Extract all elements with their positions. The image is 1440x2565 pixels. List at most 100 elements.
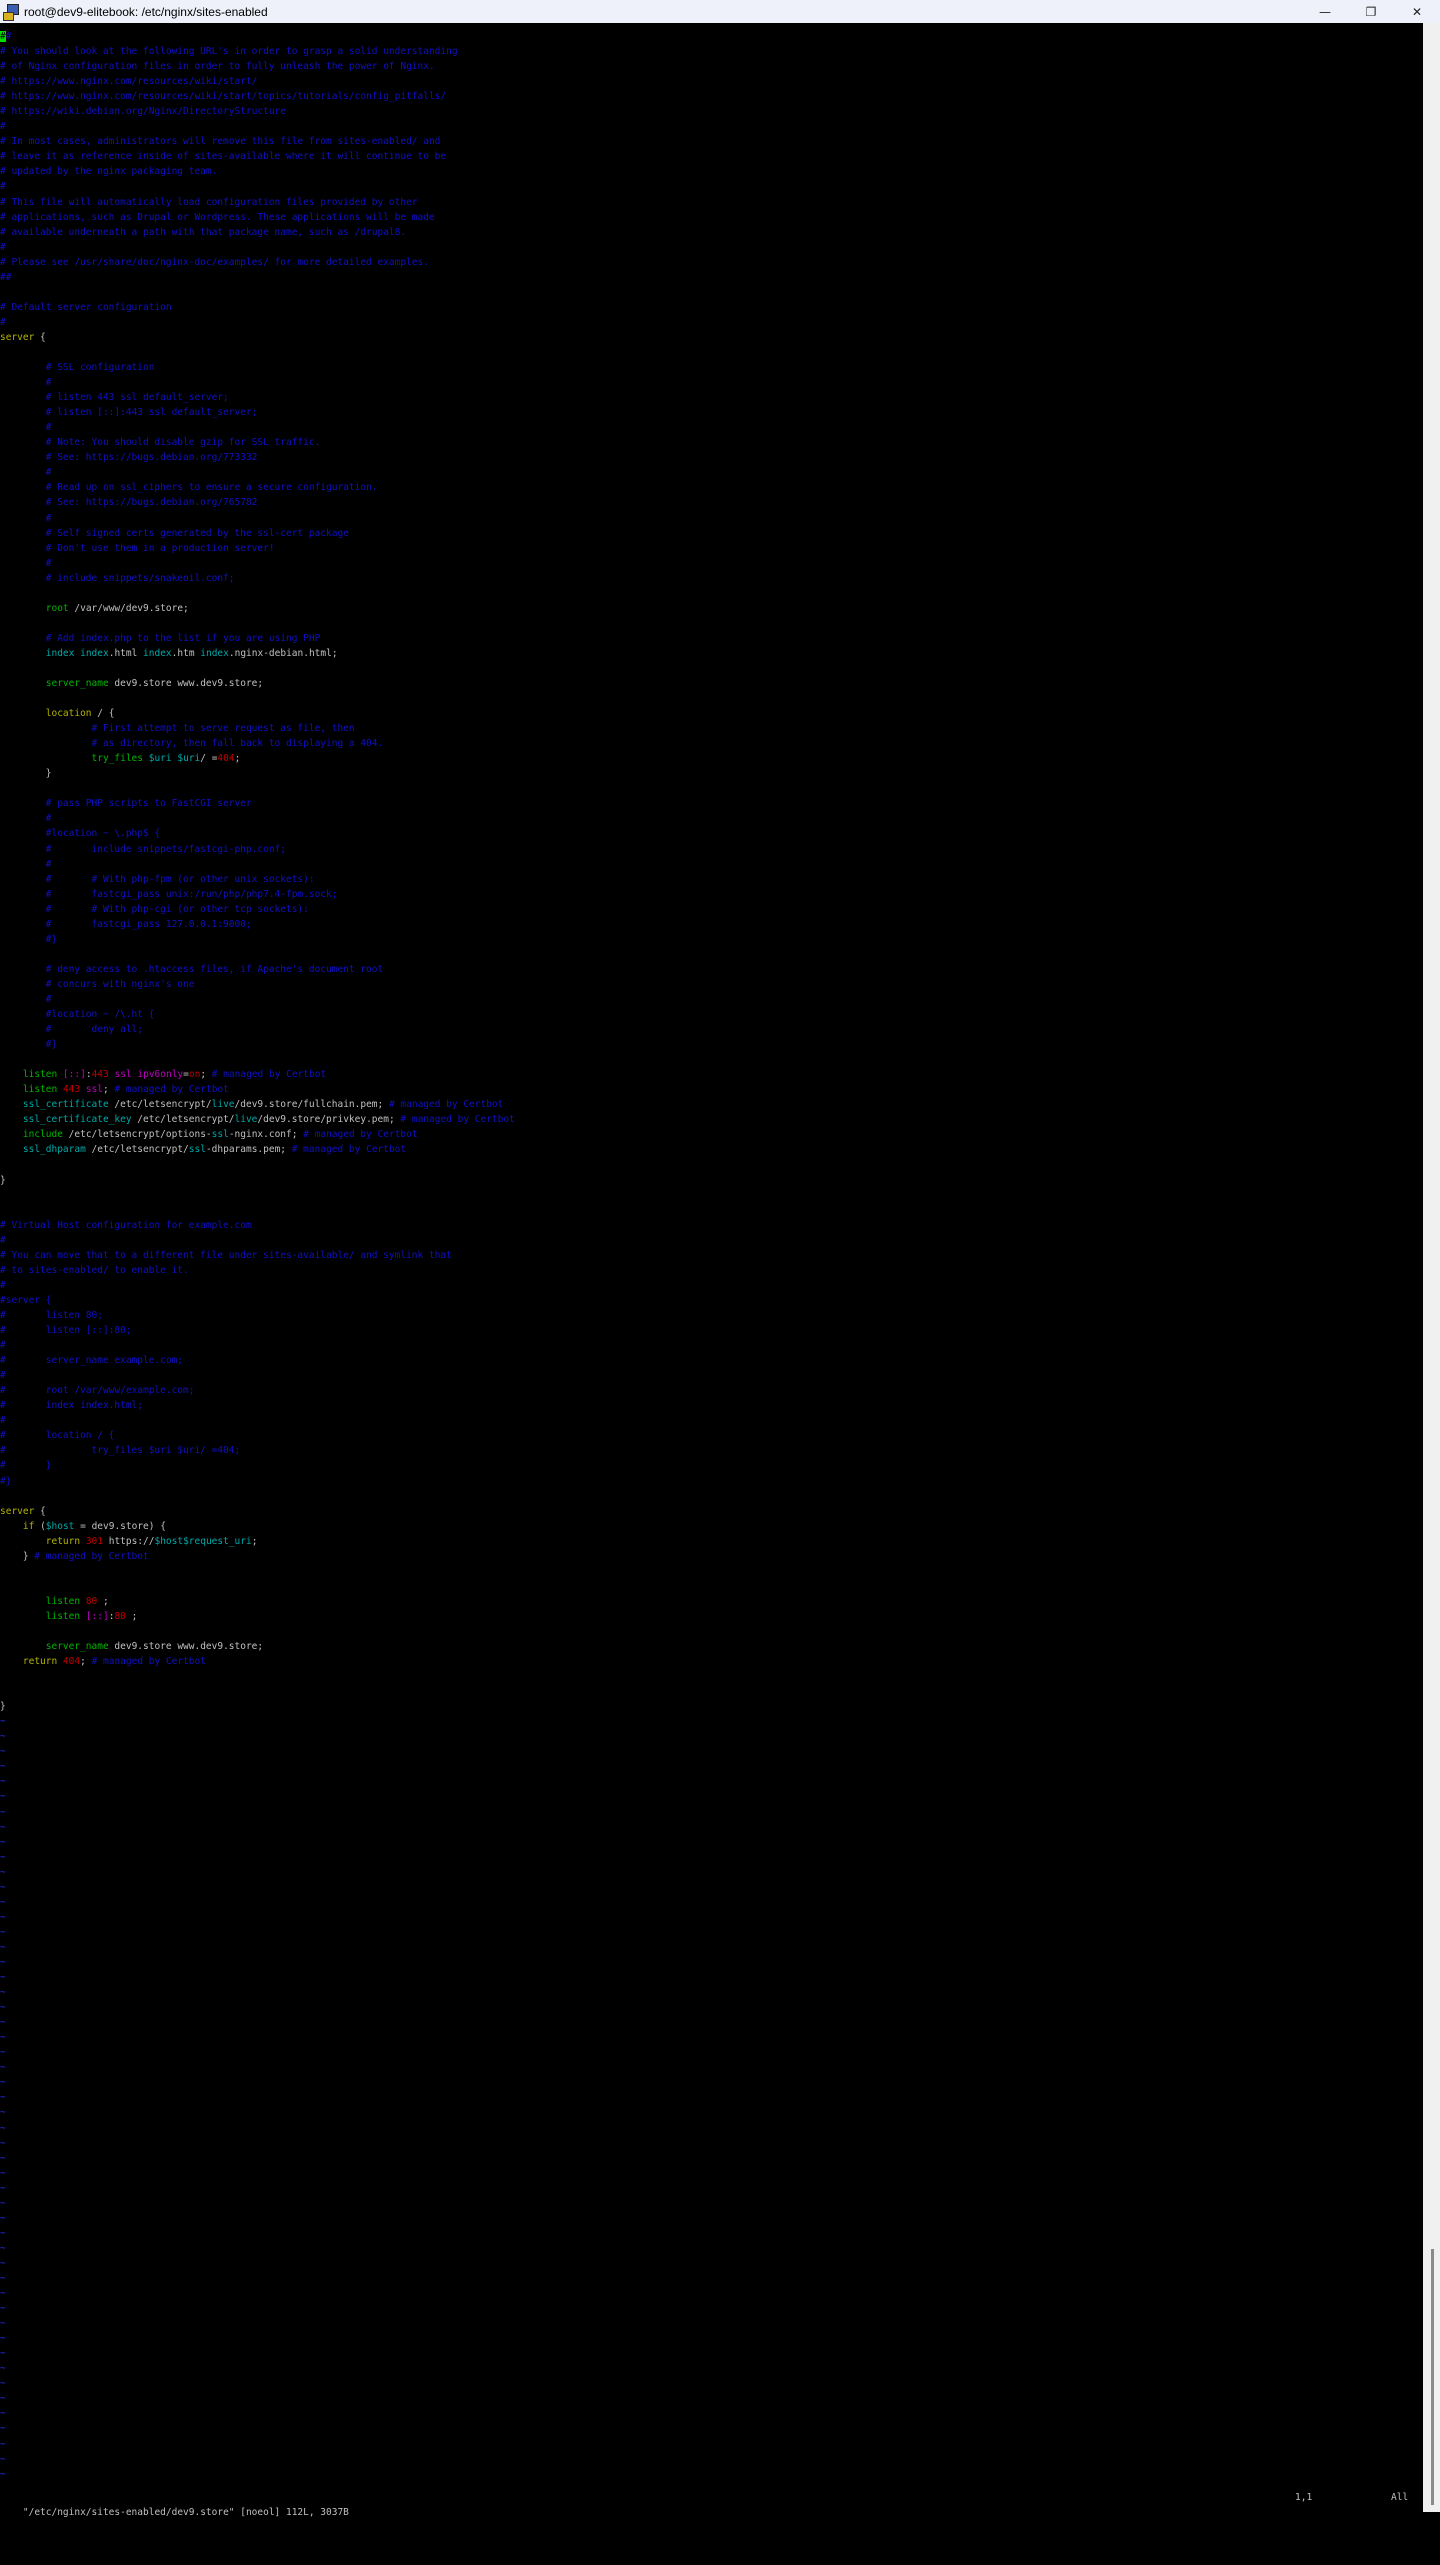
code-token: #	[0, 1279, 6, 1291]
code-line: } # managed by Certbot	[0, 1549, 515, 1564]
code-token: }	[0, 768, 52, 780]
scroll-indicator: All	[1391, 2492, 1409, 2503]
code-token: #}	[0, 933, 58, 945]
code-line: # }	[0, 1458, 515, 1473]
code-line: # Self signed certs generated by the ssl…	[0, 526, 515, 541]
code-line: # available underneath a path with that …	[0, 225, 515, 240]
code-line: try_files $uri $uri/ =404;	[0, 751, 515, 766]
code-token: }	[0, 1550, 35, 1562]
code-token: #	[0, 422, 52, 434]
code-token: {	[34, 1505, 46, 1517]
code-token: ssl_dhparam	[22, 1144, 86, 1156]
code-token: # managed by Certbot	[400, 1114, 515, 1126]
code-token: # managed by Certbot	[388, 1099, 504, 1111]
code-token: #location ~ \.php$ {	[0, 828, 161, 840]
code-line: #	[0, 240, 515, 255]
terminal-area[interactable]: ## # You should look at the following URL…	[0, 23, 1423, 2518]
code-token: listen	[45, 1595, 81, 1607]
empty-line-tilde: ~	[0, 1836, 6, 1848]
code-token: # Please see /usr/share/doc/nginx-doc/ex…	[0, 256, 429, 268]
code-line: # deny access to .htaccess files, if Apa…	[0, 962, 515, 977]
code-token: if	[22, 1520, 35, 1532]
code-line: #	[0, 1278, 515, 1293]
code-line: # index index.html;	[0, 1398, 515, 1413]
empty-line-tilde: ~	[0, 2002, 6, 2014]
code-token: location	[45, 708, 92, 720]
putty-icon	[3, 3, 19, 21]
code-line: ssl_certificate /etc/letsencrypt/live/de…	[0, 1097, 515, 1112]
code-token: # as directory, then fall back to displa…	[0, 738, 384, 750]
empty-line-tilde: ~	[0, 2348, 6, 2360]
vim-editor-buffer[interactable]: ## # You should look at the following URL…	[0, 29, 515, 2482]
code-token: # index index.html;	[0, 1400, 143, 1412]
code-token: 404	[62, 1656, 81, 1668]
code-token: = dev9.store) {	[74, 1520, 166, 1532]
code-token: #}	[0, 1475, 12, 1487]
code-token: # managed by Certbot	[114, 1084, 229, 1096]
empty-line-tilde: ~	[0, 1911, 6, 1923]
code-token: # fastcgi_pass 127.0.0.1:9000;	[0, 918, 252, 930]
scrollbar-thumb[interactable]	[1431, 2249, 1434, 2505]
code-token: }	[0, 1174, 6, 1186]
code-token: ssl_certificate	[22, 1099, 109, 1111]
close-button[interactable]: ✕	[1394, 0, 1440, 23]
empty-line-tilde: ~	[0, 1806, 6, 1818]
empty-line-tilde: ~	[0, 1776, 6, 1788]
code-line: #	[0, 119, 515, 134]
code-line: listen [::]:443 ssl ipv6only=on; # manag…	[0, 1067, 515, 1082]
code-token: # Default server configuration	[0, 301, 172, 313]
code-token: /etc/letsencrypt/	[131, 1114, 235, 1126]
code-line: # deny all;	[0, 1022, 515, 1037]
restore-button[interactable]: ❐	[1348, 0, 1394, 23]
code-line: server {	[0, 1504, 515, 1519]
code-line: }	[0, 766, 515, 781]
code-line: # # With php-cgi (or other tcp sockets):	[0, 902, 515, 917]
code-token: # SSL configuration	[0, 362, 155, 374]
code-token: # managed by Certbot	[291, 1144, 407, 1156]
code-token: #	[0, 316, 6, 328]
code-line: #	[0, 556, 515, 571]
code-token: # available underneath a path with that …	[0, 226, 407, 238]
minimize-button[interactable]: —	[1302, 0, 1348, 23]
empty-line-tilde: ~	[0, 2092, 6, 2104]
code-line: # updated by the nginx packaging team.	[0, 164, 515, 179]
code-token: # See: https://bugs.debian.org/765782	[0, 497, 258, 509]
empty-line-tilde: ~	[0, 2017, 6, 2029]
code-token: # pass PHP scripts to FastCGI server	[0, 798, 252, 810]
code-line: # concurs with nginx's one	[0, 977, 515, 992]
code-token: server	[0, 331, 35, 343]
code-line: # Read up on ssl_ciphers to ensure a sec…	[0, 480, 515, 495]
code-token: # root /var/www/example.com;	[0, 1385, 195, 1397]
code-line: listen 80 ;	[0, 1594, 515, 1609]
code-token: # listen 443 ssl default_server;	[0, 392, 229, 404]
code-line: if ($host = dev9.store) {	[0, 1519, 515, 1534]
code-token: /var/www/dev9.store;	[68, 602, 189, 614]
code-token: 443	[62, 1084, 81, 1096]
code-line: }	[0, 1699, 515, 1714]
code-line: # location / {	[0, 1428, 515, 1443]
code-token: #server {	[0, 1294, 52, 1306]
code-token: index	[45, 647, 75, 659]
code-token: https://	[103, 1535, 155, 1547]
code-line: server_name dev9.store www.dev9.store;	[0, 676, 515, 691]
code-token: $host	[45, 1520, 75, 1532]
empty-line-tilde: ~	[0, 1987, 6, 1999]
empty-line-tilde: ~	[0, 2408, 6, 2420]
scrollbar[interactable]	[1423, 23, 1440, 2512]
code-token: (	[34, 1520, 46, 1532]
empty-line-tilde: ~	[0, 1972, 6, 1984]
code-token: #}	[0, 1039, 58, 1051]
empty-line-tilde: ~	[0, 2423, 6, 2435]
